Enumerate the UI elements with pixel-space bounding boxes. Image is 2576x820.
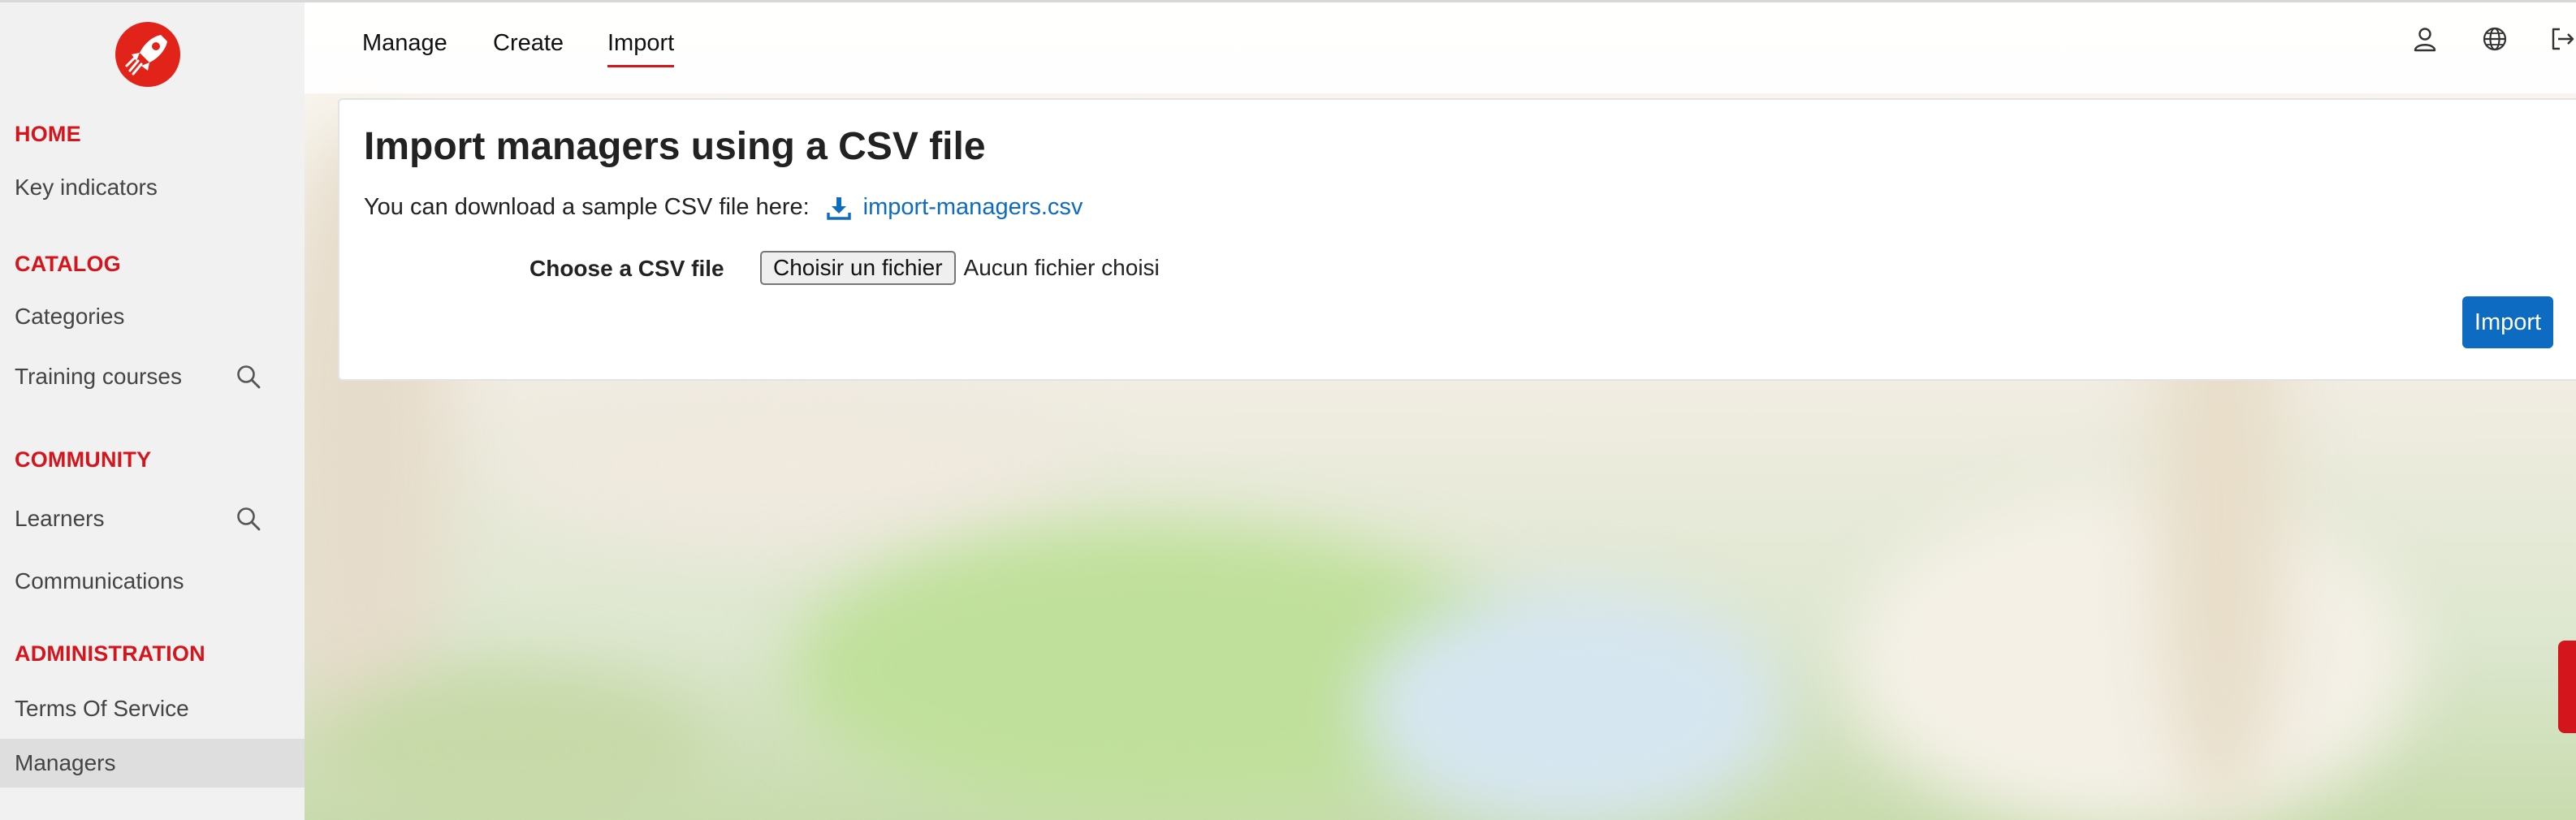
sidebar-item-label: Managers [15,750,116,775]
sidebar-item-managers[interactable]: Managers [0,739,305,788]
import-button[interactable]: Import [2462,296,2553,348]
search-icon[interactable] [235,363,262,391]
tab-manage[interactable]: Manage [362,30,447,65]
rocket-logo-icon[interactable] [114,20,182,88]
sidebar-item-label: Communications [15,568,184,593]
sidebar-item-label: Categories [15,304,125,329]
top-navigation: Manage Create Import [305,2,2576,93]
sidebar-item-communications[interactable]: Communications [0,558,305,605]
sidebar-item-label: Terms Of Service [15,696,189,721]
sample-download-row: You can download a sample CSV file here:… [364,194,1083,221]
search-icon[interactable] [235,505,262,533]
tab-import[interactable]: Import [607,30,675,67]
download-icon [826,196,851,220]
sidebar-item-terms-of-service[interactable]: Terms Of Service [0,685,305,732]
sidebar-item-label: Learners [15,506,105,531]
sidebar-item-training-courses[interactable]: Training courses [0,353,305,400]
file-input[interactable]: Choisir un fichier Aucun fichier choisi [760,251,1160,285]
section-title-community: COMMUNITY [15,447,152,472]
globe-icon[interactable] [2481,25,2509,53]
user-icon[interactable] [2411,25,2439,53]
sidebar: HOME Key indicators CATALOG Categories T… [0,2,305,820]
logout-icon[interactable] [2548,25,2576,53]
file-field-label: Choose a CSV file [529,256,724,281]
feedback-tab[interactable] [2558,641,2576,733]
page-title: Import managers using a CSV file [364,125,986,168]
sidebar-item-key-indicators[interactable]: Key indicators [0,164,305,211]
sample-text: You can download a sample CSV file here: [364,194,810,220]
sidebar-item-label: Training courses [15,364,182,389]
sample-csv-link[interactable]: import-managers.csv [826,194,1083,221]
section-title-catalog: CATALOG [15,252,121,276]
sample-link-label: import-managers.csv [862,194,1083,220]
section-title-administration: ADMINISTRATION [15,641,205,666]
sidebar-item-learners[interactable]: Learners [0,495,305,542]
sidebar-item-categories[interactable]: Categories [0,293,305,340]
choose-file-button[interactable]: Choisir un fichier [760,251,956,285]
section-title-home: HOME [15,122,81,146]
sidebar-item-label: Key indicators [15,175,158,200]
file-status-text: Aucun fichier choisi [963,255,1160,280]
tab-create[interactable]: Create [493,30,564,65]
import-card: Import managers using a CSV file You can… [338,98,2576,381]
